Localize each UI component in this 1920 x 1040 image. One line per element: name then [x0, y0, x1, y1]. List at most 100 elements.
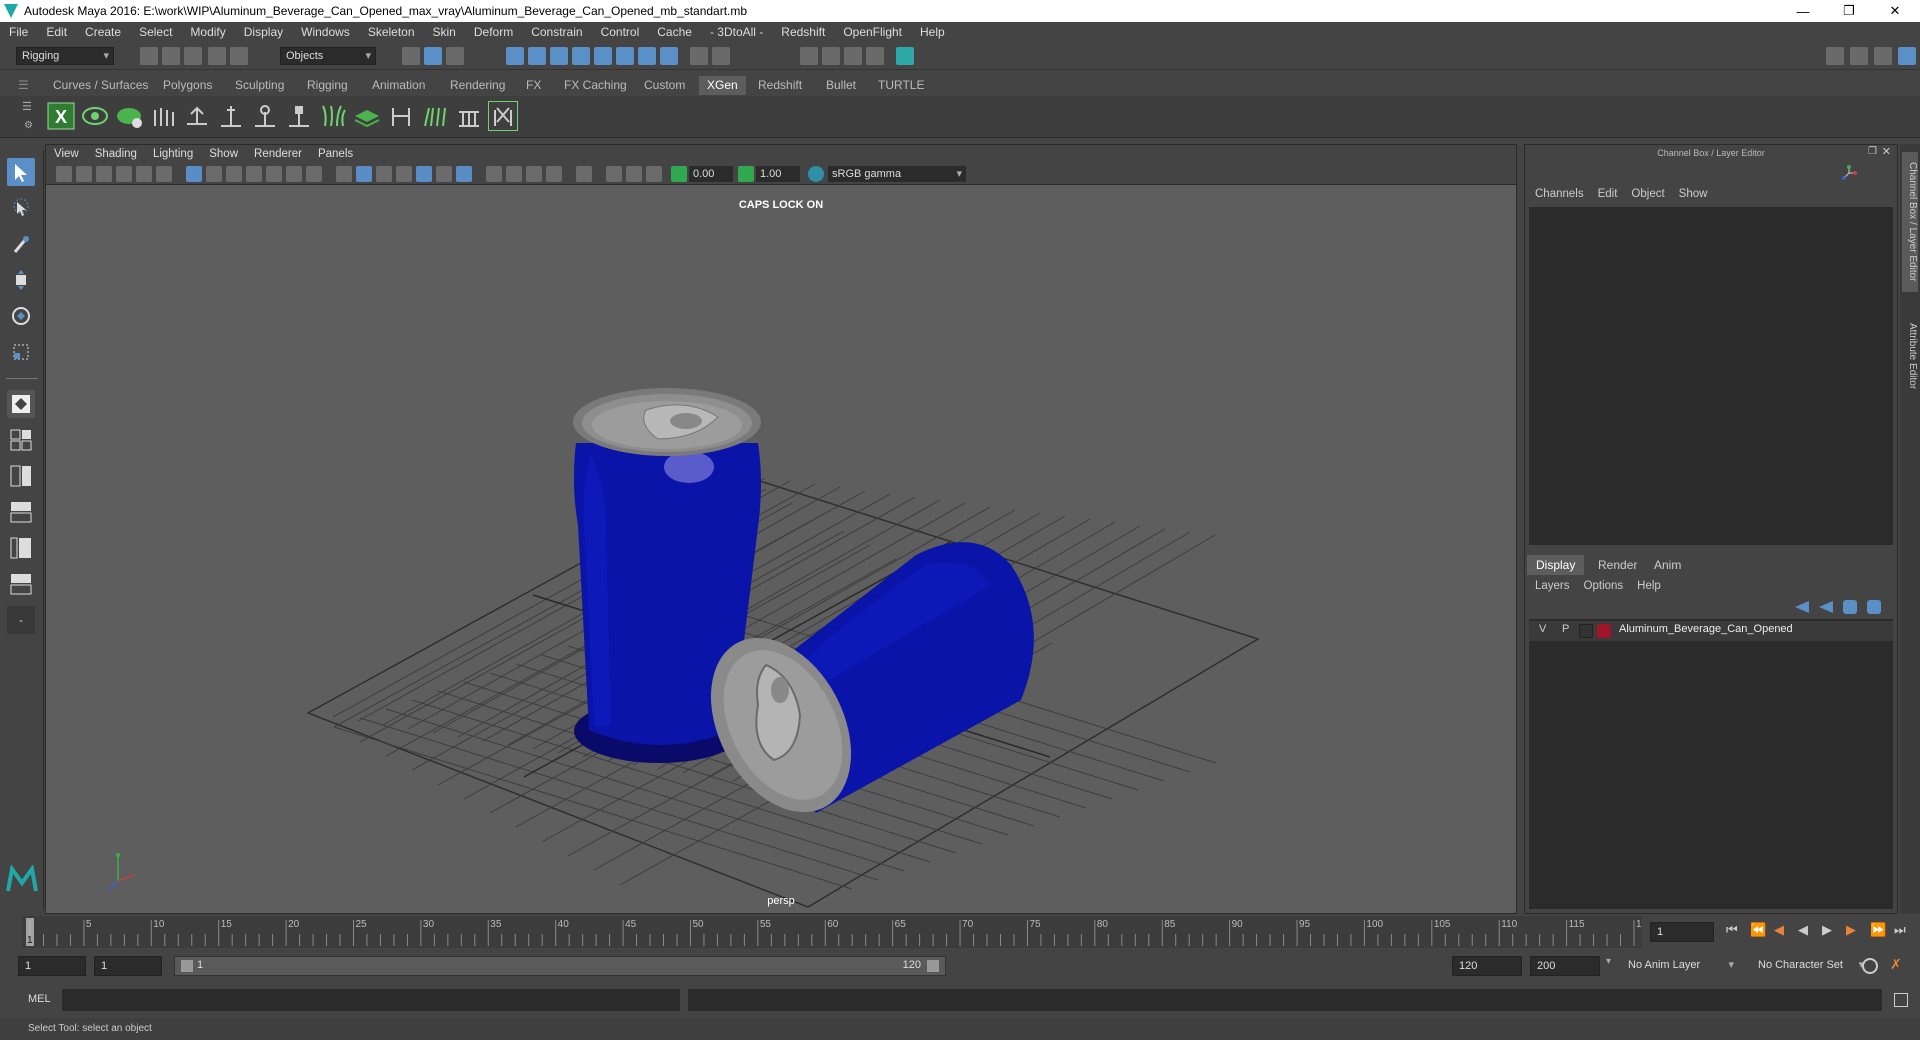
- anim-layer-dropdown[interactable]: No Anim Layer ▾: [1622, 956, 1738, 976]
- move-layer-down-icon[interactable]: [1819, 601, 1833, 613]
- step-back-frame-icon[interactable]: ◀: [1774, 922, 1784, 938]
- image-plane-icon[interactable]: [116, 166, 132, 182]
- default-material-icon[interactable]: [376, 166, 392, 182]
- select-component-icon[interactable]: [446, 47, 464, 65]
- time-slider-ruler[interactable]: 5 10 15 20 25 30 35 40 45 50 55 60 65 70 75 80 85 90 95 100…: [22, 916, 1653, 948]
- screen-space-ao-icon[interactable]: [486, 166, 502, 182]
- viewport-scene[interactable]: [46, 185, 1516, 913]
- save-scene-icon[interactable]: [184, 47, 202, 65]
- menu-skin[interactable]: Skin: [424, 25, 465, 39]
- range-end-handle[interactable]: [927, 960, 939, 972]
- lock-icon[interactable]: [690, 47, 708, 65]
- menu-cache[interactable]: Cache: [648, 25, 701, 39]
- layer-row[interactable]: V P Aluminum_Beverage_Can_Opened: [1529, 621, 1893, 641]
- vp-menu-lighting[interactable]: Lighting: [145, 148, 201, 160]
- layout-hypershade-icon[interactable]: [7, 570, 35, 598]
- viewport-panel[interactable]: View Shading Lighting Show Renderer Pane…: [45, 144, 1517, 914]
- xgen-preview-icon[interactable]: [80, 101, 110, 131]
- snap-grid-icon[interactable]: [506, 47, 524, 65]
- le-menu-help[interactable]: Help: [1630, 580, 1668, 592]
- shelf-settings-icon[interactable]: ⚙: [24, 120, 33, 131]
- snap-live-icon[interactable]: [594, 47, 612, 65]
- layout-four-icon[interactable]: [7, 426, 35, 454]
- ipr-render-icon[interactable]: [822, 47, 840, 65]
- attribute-toggle-icon[interactable]: [1850, 47, 1868, 65]
- step-back-key-icon[interactable]: ⏪: [1750, 922, 1766, 938]
- script-editor-icon[interactable]: [1894, 993, 1908, 1007]
- command-language-label[interactable]: MEL: [28, 993, 51, 1005]
- time-slider[interactable]: 5 10 15 20 25 30 35 40 45 50 55 60 65 70 75 80 85 90 95 100…: [22, 916, 1653, 948]
- menu-redshift[interactable]: Redshift: [772, 25, 834, 39]
- film-gate-icon[interactable]: [206, 166, 222, 182]
- tab-curves-surfaces[interactable]: Curves / Surfaces: [45, 76, 156, 95]
- new-scene-icon[interactable]: [140, 47, 158, 65]
- color-space-dropdown[interactable]: sRGB gamma ▾: [828, 166, 966, 182]
- open-scene-icon[interactable]: [162, 47, 180, 65]
- le-menu-layers[interactable]: Layers: [1525, 580, 1577, 592]
- vp-menu-panels[interactable]: Panels: [310, 148, 361, 160]
- xgen-guide-sculpt-icon[interactable]: [182, 101, 212, 131]
- layer-playback-toggle[interactable]: P: [1562, 623, 1569, 635]
- snap-view-plane-icon[interactable]: [572, 47, 590, 65]
- lasso-tool-icon[interactable]: [7, 194, 35, 222]
- exposure-field[interactable]: 0.00: [689, 166, 733, 182]
- side-tab-attribute-editor[interactable]: Attribute Editor: [1902, 306, 1918, 406]
- layer-color-swatch[interactable]: [1597, 624, 1611, 638]
- two-d-pan-icon[interactable]: [136, 166, 152, 182]
- cb-menu-edit[interactable]: Edit: [1591, 188, 1625, 200]
- tab-fx-caching[interactable]: FX Caching: [556, 76, 635, 95]
- menu-display[interactable]: Display: [235, 25, 292, 39]
- xgen-editor-icon[interactable]: X: [46, 101, 76, 131]
- gate-mask-icon[interactable]: [246, 166, 262, 182]
- channel-box-toggle-icon[interactable]: [1898, 47, 1916, 65]
- xgen-guide-lock-icon[interactable]: [284, 101, 314, 131]
- range-start-handle[interactable]: [181, 960, 193, 972]
- xray-components-icon[interactable]: [646, 166, 662, 182]
- tab-bullet[interactable]: Bullet: [818, 76, 864, 95]
- end-time-field[interactable]: 200: [1530, 956, 1600, 976]
- move-tool-icon[interactable]: [7, 266, 35, 294]
- motion-blur-icon[interactable]: [506, 166, 522, 182]
- tab-turtle[interactable]: TURTLE: [870, 76, 932, 95]
- close-panel-icon[interactable]: ✕: [1882, 145, 1891, 158]
- step-forward-key-icon[interactable]: ⏩: [1870, 922, 1886, 938]
- safe-action-icon[interactable]: [286, 166, 302, 182]
- shelf-options-icon[interactable]: ☰: [22, 100, 32, 113]
- menu-control[interactable]: Control: [592, 25, 649, 39]
- textured-icon[interactable]: [416, 166, 432, 182]
- float-panel-icon[interactable]: ❐: [1868, 146, 1877, 157]
- cb-menu-show[interactable]: Show: [1672, 188, 1715, 200]
- layer-name[interactable]: Aluminum_Beverage_Can_Opened: [1619, 623, 1793, 635]
- layout-more-icon[interactable]: -: [7, 606, 35, 634]
- tab-rendering[interactable]: Rendering: [442, 76, 513, 95]
- layer-reference-toggle[interactable]: [1579, 624, 1593, 638]
- anim-layer-menu-icon[interactable]: ▾: [1606, 956, 1611, 967]
- play-forward-icon[interactable]: ▶: [1822, 922, 1832, 938]
- xgen-grass-icon[interactable]: [318, 101, 348, 131]
- render-settings-icon[interactable]: [844, 47, 862, 65]
- wireframe-on-shaded-icon[interactable]: [396, 166, 412, 182]
- xgen-cut-icon[interactable]: [386, 101, 416, 131]
- camera-icon[interactable]: [56, 166, 72, 182]
- input-ops-icon[interactable]: [712, 47, 730, 65]
- manipulator-icon[interactable]: [1841, 165, 1857, 181]
- tab-polygons[interactable]: Polygons: [155, 76, 220, 95]
- shelf-menu-icon[interactable]: ☰: [10, 76, 37, 95]
- tab-render[interactable]: Render: [1589, 555, 1646, 575]
- tool-settings-icon[interactable]: [1874, 47, 1892, 65]
- channel-box-area[interactable]: [1529, 207, 1893, 545]
- tab-rigging[interactable]: Rigging: [299, 76, 356, 95]
- xgen-comb-icon[interactable]: [454, 101, 484, 131]
- menu-select[interactable]: Select: [130, 25, 181, 39]
- menu-help[interactable]: Help: [911, 25, 954, 39]
- gamma-icon[interactable]: [738, 166, 754, 182]
- menu-3dtoall[interactable]: - 3DtoAll -: [701, 25, 772, 39]
- render-frame-icon[interactable]: [800, 47, 818, 65]
- xgen-guide-add-icon[interactable]: [148, 101, 178, 131]
- use-all-lights-icon[interactable]: [436, 166, 452, 182]
- menu-edit[interactable]: Edit: [37, 25, 76, 39]
- new-layer-selected-icon[interactable]: [1867, 600, 1881, 614]
- select-object-icon[interactable]: [424, 47, 442, 65]
- xgen-hair-icon[interactable]: [420, 101, 450, 131]
- playback-end-field[interactable]: 120: [1452, 956, 1522, 976]
